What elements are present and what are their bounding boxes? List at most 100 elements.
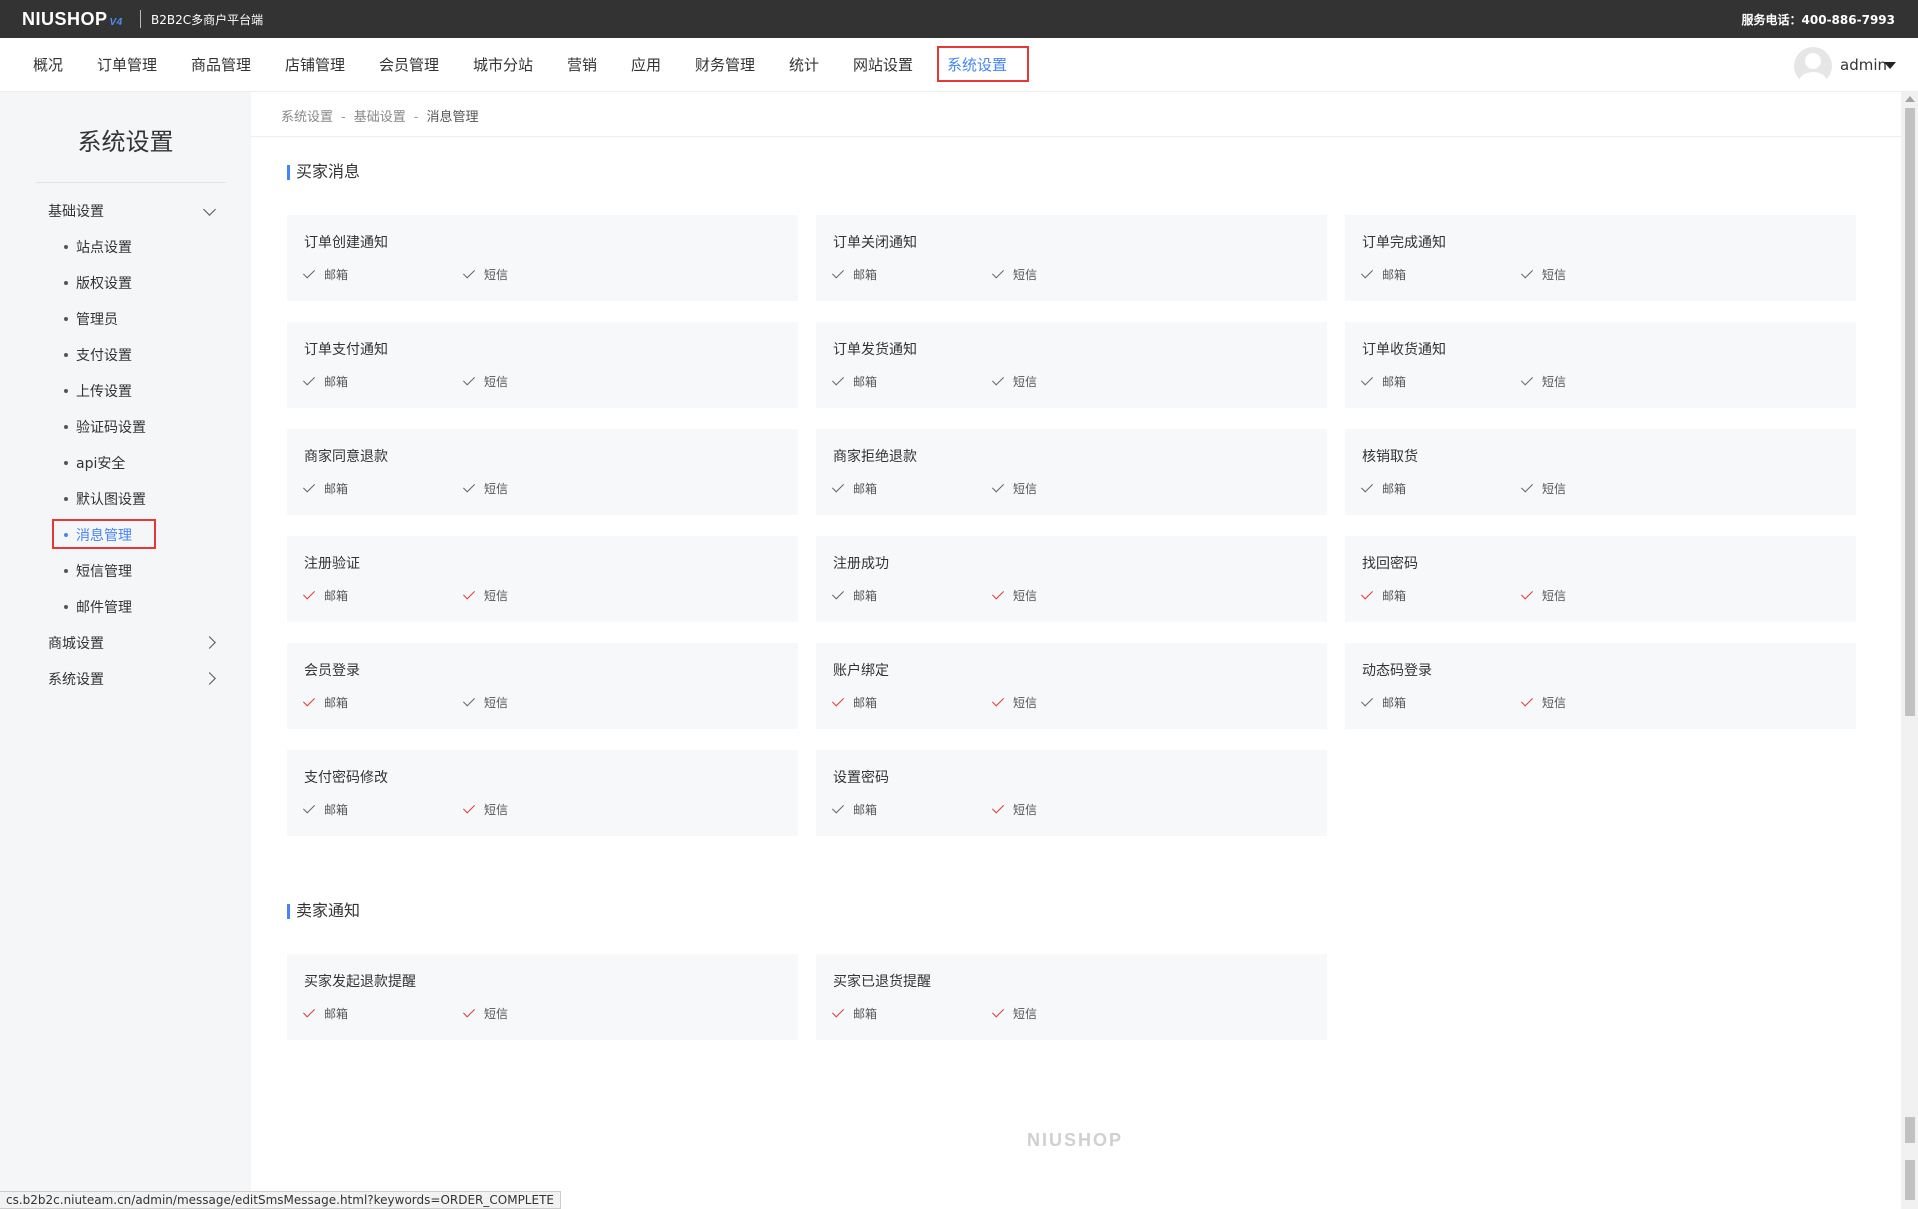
- sms-channel-option[interactable]: 短信: [991, 801, 1037, 818]
- email-channel-option[interactable]: 邮箱: [831, 266, 877, 283]
- email-channel-option[interactable]: 邮箱: [302, 266, 348, 283]
- sidebar-item-sms-management[interactable]: 短信管理: [64, 561, 132, 581]
- sms-channel-option[interactable]: 短信: [1520, 587, 1566, 604]
- message-card[interactable]: 动态码登录 邮箱 短信: [1345, 643, 1856, 729]
- sms-channel-option[interactable]: 短信: [991, 266, 1037, 283]
- sms-label: 短信: [1013, 589, 1038, 603]
- email-channel-option[interactable]: 邮箱: [831, 1005, 877, 1022]
- sms-channel-option[interactable]: 短信: [462, 1005, 508, 1022]
- sms-channel-option[interactable]: 短信: [991, 480, 1037, 497]
- sidebar-item-api-security[interactable]: api安全: [64, 453, 125, 473]
- nav-stores[interactable]: 店铺管理: [285, 38, 345, 92]
- sms-label: 短信: [1542, 696, 1567, 710]
- nav-finance[interactable]: 财务管理: [695, 38, 755, 92]
- email-channel-option[interactable]: 邮箱: [1360, 694, 1406, 711]
- email-label: 邮箱: [853, 375, 878, 389]
- sms-channel-option[interactable]: 短信: [991, 587, 1038, 604]
- message-card[interactable]: 注册成功 邮箱 短信: [816, 536, 1327, 622]
- sms-channel-option[interactable]: 短信: [462, 480, 508, 497]
- sms-channel-option[interactable]: 短信: [462, 587, 508, 604]
- message-card[interactable]: 买家发起退款提醒 邮箱 短信: [287, 954, 798, 1040]
- chevron-right-icon[interactable]: [203, 636, 216, 649]
- email-channel-option[interactable]: 邮箱: [302, 1005, 348, 1022]
- caret-down-icon[interactable]: [1884, 62, 1896, 69]
- sidebar-group-system-settings[interactable]: 系统设置: [48, 669, 104, 689]
- sidebar-group-basic-settings[interactable]: 基础设置: [48, 201, 104, 221]
- sidebar-item-site-settings[interactable]: 站点设置: [64, 237, 132, 257]
- check-icon: [302, 1005, 316, 1018]
- email-channel-option[interactable]: 邮箱: [302, 694, 348, 711]
- nav-overview[interactable]: 概况: [33, 38, 63, 92]
- email-channel-option[interactable]: 邮箱: [302, 587, 348, 604]
- nav-products[interactable]: 商品管理: [191, 38, 251, 92]
- nav-statistics[interactable]: 统计: [789, 38, 819, 92]
- message-card[interactable]: 订单关闭通知 邮箱 短信: [816, 215, 1327, 301]
- sidebar-item-default-images[interactable]: 默认图设置: [64, 489, 146, 509]
- nav-marketing[interactable]: 营销: [567, 38, 597, 92]
- scrollbar-thumb[interactable]: [1905, 108, 1915, 716]
- niushop-logo[interactable]: NIUSHOP V4: [22, 9, 123, 30]
- sms-channel-option[interactable]: 短信: [462, 801, 508, 818]
- sms-channel-option[interactable]: 短信: [991, 1005, 1037, 1022]
- sidebar-item-captcha[interactable]: 验证码设置: [64, 417, 146, 437]
- sidebar-item-administrators[interactable]: 管理员: [64, 309, 118, 329]
- email-channel-option[interactable]: 邮箱: [302, 480, 348, 497]
- sms-channel-option[interactable]: 短信: [991, 373, 1037, 390]
- sms-channel-option[interactable]: 短信: [1520, 480, 1566, 497]
- email-channel-option[interactable]: 邮箱: [831, 373, 878, 390]
- sms-channel-option[interactable]: 短信: [991, 694, 1037, 711]
- username[interactable]: admin: [1840, 38, 1887, 92]
- check-icon: [1520, 694, 1534, 707]
- email-channel-option[interactable]: 邮箱: [302, 373, 348, 390]
- message-card[interactable]: 支付密码修改 邮箱 短信: [287, 750, 798, 836]
- message-card[interactable]: 订单支付通知 邮箱 短信: [287, 322, 798, 408]
- message-card[interactable]: 账户绑定 邮箱 短信: [816, 643, 1327, 729]
- email-channel-option[interactable]: 邮箱: [831, 480, 877, 497]
- email-channel-option[interactable]: 邮箱: [1360, 480, 1407, 497]
- nav-orders[interactable]: 订单管理: [97, 38, 157, 92]
- avatar[interactable]: [1794, 47, 1832, 85]
- email-label: 邮箱: [1382, 482, 1407, 496]
- nav-site-settings[interactable]: 网站设置: [853, 38, 913, 92]
- message-card[interactable]: 会员登录 邮箱 短信: [287, 643, 798, 729]
- message-card[interactable]: 核销取货 邮箱 短信: [1345, 429, 1856, 515]
- scroll-up-arrow-icon[interactable]: [1905, 96, 1915, 102]
- sms-channel-option[interactable]: 短信: [1520, 373, 1566, 390]
- breadcrumb-item[interactable]: 系统设置: [281, 110, 333, 125]
- message-card[interactable]: 商家同意退款 邮箱 短信: [287, 429, 798, 515]
- message-card[interactable]: 订单创建通知 邮箱 短信: [287, 215, 798, 301]
- sms-channel-option[interactable]: 短信: [1520, 266, 1566, 283]
- sms-channel-option[interactable]: 短信: [462, 694, 508, 711]
- message-card[interactable]: 订单发货通知 邮箱 短信: [816, 322, 1327, 408]
- email-channel-option[interactable]: 邮箱: [302, 801, 348, 818]
- message-card[interactable]: 设置密码 邮箱 短信: [816, 750, 1327, 836]
- sidebar-group-mall-settings[interactable]: 商城设置: [48, 633, 104, 653]
- sidebar-item-upload[interactable]: 上传设置: [64, 381, 132, 401]
- sidebar-item-copyright[interactable]: 版权设置: [64, 273, 132, 293]
- message-card[interactable]: 买家已退货提醒 邮箱 短信: [816, 954, 1327, 1040]
- email-channel-option[interactable]: 邮箱: [1360, 266, 1406, 283]
- message-card[interactable]: 找回密码 邮箱 短信: [1345, 536, 1856, 622]
- message-card[interactable]: 订单收货通知 邮箱 短信: [1345, 322, 1856, 408]
- message-card[interactable]: 注册验证 邮箱 短信: [287, 536, 798, 622]
- nav-apps[interactable]: 应用: [631, 38, 661, 92]
- chevron-down-icon[interactable]: [203, 203, 216, 216]
- message-card[interactable]: 商家拒绝退款 邮箱 短信: [816, 429, 1327, 515]
- email-channel-option[interactable]: 邮箱: [831, 587, 877, 604]
- nav-members[interactable]: 会员管理: [379, 38, 439, 92]
- sms-channel-option[interactable]: 短信: [462, 373, 508, 390]
- email-channel-option[interactable]: 邮箱: [831, 801, 877, 818]
- message-card[interactable]: 订单完成通知 邮箱 短信: [1345, 215, 1856, 301]
- chevron-right-icon[interactable]: [203, 672, 216, 685]
- sidebar-item-mail-management[interactable]: 邮件管理: [64, 597, 132, 617]
- footer-logo: NIUSHOP: [1027, 1130, 1124, 1150]
- email-channel-option[interactable]: 邮箱: [831, 694, 877, 711]
- scrollbar[interactable]: [1901, 92, 1918, 1209]
- breadcrumb-item[interactable]: 基础设置: [354, 110, 406, 125]
- sidebar-item-payment[interactable]: 支付设置: [64, 345, 132, 365]
- sms-channel-option[interactable]: 短信: [462, 266, 508, 283]
- email-channel-option[interactable]: 邮箱: [1360, 373, 1406, 390]
- sms-channel-option[interactable]: 短信: [1520, 694, 1567, 711]
- email-channel-option[interactable]: 邮箱: [1360, 587, 1406, 604]
- nav-city-sites[interactable]: 城市分站: [473, 38, 533, 92]
